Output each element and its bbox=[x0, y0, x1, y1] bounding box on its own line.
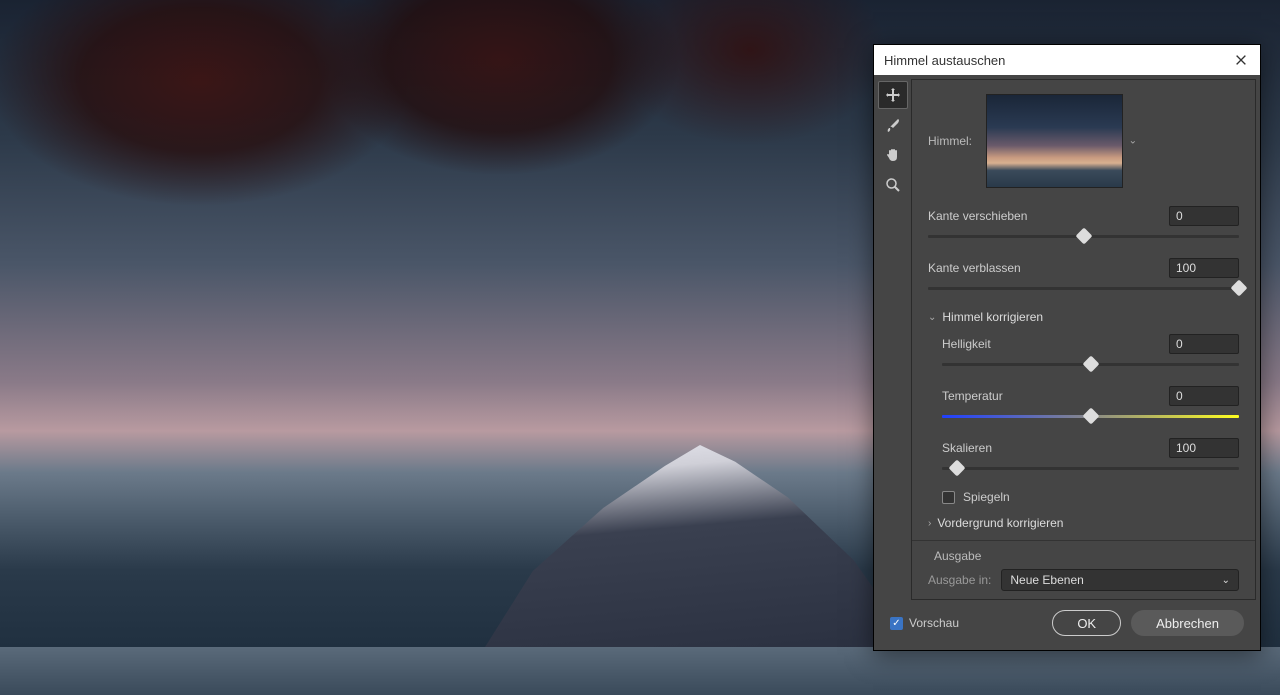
flip-checkbox-row[interactable]: Spiegeln bbox=[942, 490, 1239, 504]
sky-adjust-section[interactable]: ⌄ Himmel korrigieren bbox=[928, 310, 1239, 324]
edge-shift-label: Kante verschieben bbox=[928, 209, 1027, 223]
cancel-button[interactable]: Abbrechen bbox=[1131, 610, 1244, 636]
bg-mountain bbox=[480, 445, 920, 655]
move-icon bbox=[885, 87, 901, 103]
settings-panel: Himmel: ⌄ Kante verschieben Kante verbla… bbox=[911, 79, 1256, 600]
section-label: Himmel korrigieren bbox=[942, 310, 1043, 324]
scale-input[interactable] bbox=[1169, 438, 1239, 458]
tool-strip bbox=[874, 75, 911, 600]
edge-shift-input[interactable] bbox=[1169, 206, 1239, 226]
chevron-down-icon: ⌄ bbox=[928, 312, 936, 323]
foreground-adjust-section[interactable]: › Vordergrund korrigieren bbox=[928, 516, 1239, 530]
temperature-slider[interactable] bbox=[942, 410, 1239, 424]
temperature-label: Temperatur bbox=[942, 389, 1003, 403]
sky-preset-picker[interactable]: ⌄ bbox=[986, 94, 1123, 188]
scale-slider[interactable] bbox=[942, 462, 1239, 476]
brightness-slider[interactable] bbox=[942, 358, 1239, 372]
brightness-input[interactable] bbox=[1169, 334, 1239, 354]
preview-checkbox-row[interactable]: ✓ Vorschau bbox=[890, 616, 959, 630]
flip-label: Spiegeln bbox=[963, 490, 1010, 504]
hand-icon bbox=[885, 147, 901, 163]
scale-label: Skalieren bbox=[942, 441, 992, 455]
edge-shift-slider[interactable] bbox=[928, 230, 1239, 244]
preview-checkbox[interactable]: ✓ bbox=[890, 617, 903, 630]
sky-thumbnail bbox=[986, 94, 1123, 188]
chevron-down-icon: ⌄ bbox=[1129, 136, 1137, 147]
hand-tool[interactable] bbox=[878, 141, 908, 169]
edge-fade-label: Kante verblassen bbox=[928, 261, 1021, 275]
output-value: Neue Ebenen bbox=[1010, 573, 1083, 587]
edge-fade-slider[interactable] bbox=[928, 282, 1239, 296]
brush-icon bbox=[885, 117, 901, 133]
edge-fade-input[interactable] bbox=[1169, 258, 1239, 278]
sky-label: Himmel: bbox=[928, 134, 972, 148]
brush-tool[interactable] bbox=[878, 111, 908, 139]
sky-replacement-dialog: Himmel austauschen Himmel: bbox=[873, 44, 1261, 651]
flip-checkbox[interactable] bbox=[942, 491, 955, 504]
temperature-input[interactable] bbox=[1169, 386, 1239, 406]
bg-leaves bbox=[0, 0, 900, 320]
preview-label: Vorschau bbox=[909, 616, 959, 630]
output-label: Ausgabe in: bbox=[928, 573, 991, 587]
output-title: Ausgabe bbox=[934, 549, 1239, 563]
dialog-title: Himmel austauschen bbox=[884, 53, 1005, 68]
section-label: Vordergrund korrigieren bbox=[937, 516, 1063, 530]
ok-button[interactable]: OK bbox=[1052, 610, 1121, 636]
close-button[interactable] bbox=[1232, 51, 1250, 69]
output-select[interactable]: Neue Ebenen ⌄ bbox=[1001, 569, 1239, 591]
zoom-icon bbox=[885, 177, 901, 193]
dialog-titlebar[interactable]: Himmel austauschen bbox=[874, 45, 1260, 75]
chevron-right-icon: › bbox=[928, 518, 931, 529]
chevron-down-icon: ⌄ bbox=[1222, 575, 1230, 586]
move-tool[interactable] bbox=[878, 81, 908, 109]
bg-water bbox=[0, 647, 1280, 695]
brightness-label: Helligkeit bbox=[942, 337, 991, 351]
close-icon bbox=[1234, 53, 1248, 67]
zoom-tool[interactable] bbox=[878, 171, 908, 199]
